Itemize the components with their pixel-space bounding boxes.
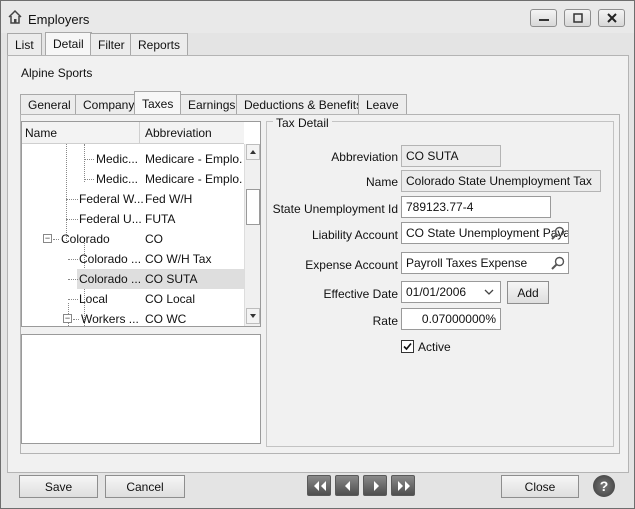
title-bar: Employers [1, 1, 634, 33]
tree-row[interactable]: Federal U... FUTA [22, 209, 244, 229]
column-header-abbreviation[interactable]: Abbreviation [141, 122, 216, 144]
liability-account-label: Liability Account [311, 228, 398, 242]
employers-window: Employers List Detail Filter Reports Alp… [0, 0, 635, 509]
maximize-button[interactable] [564, 9, 591, 27]
tab-filter[interactable]: Filter [90, 33, 133, 55]
effective-date-label: Effective Date [323, 287, 398, 301]
minimize-icon [539, 19, 549, 21]
search-icon[interactable] [550, 225, 566, 241]
tree-header: Name Abbreviation [22, 122, 244, 144]
tab-leave[interactable]: Leave [358, 94, 407, 114]
taxes-tab-content: Name Abbreviation Medic... Medicare - Em… [20, 114, 620, 454]
help-icon[interactable]: ? [593, 475, 615, 497]
tree-row-colorado[interactable]: − Colorado CO [22, 229, 244, 249]
company-name: Alpine Sports [21, 66, 93, 80]
effective-date-select[interactable]: 01/01/2006 [401, 281, 501, 303]
expense-account-label: Expense Account [305, 258, 398, 272]
first-record-button[interactable] [307, 475, 331, 496]
liability-account-input[interactable]: CO State Unemployment Paya [401, 222, 569, 244]
close-button[interactable]: Close [501, 475, 579, 498]
tab-detail[interactable]: Detail [45, 32, 92, 56]
previous-record-button[interactable] [335, 475, 359, 496]
rate-label: Rate [372, 314, 398, 328]
abbreviation-label: Abbreviation [331, 150, 398, 164]
add-date-button[interactable]: Add [507, 281, 549, 304]
tax-tree: Name Abbreviation Medic... Medicare - Em… [21, 121, 261, 327]
rate-input[interactable]: 0.07000000% [401, 308, 501, 330]
double-chevron-left-icon [314, 481, 326, 491]
name-label: Name [365, 175, 398, 189]
name-field: Colorado State Unemployment Tax [401, 170, 601, 192]
collapse-icon[interactable]: − [63, 314, 72, 323]
tab-deductions-benefits[interactable]: Deductions & Benefits [236, 94, 371, 114]
last-record-button[interactable] [391, 475, 415, 496]
close-icon [607, 13, 617, 23]
expense-account-input[interactable]: Payroll Taxes Expense [401, 252, 569, 274]
active-label: Active [418, 340, 451, 354]
tree-row-selected[interactable]: Colorado ... CO SUTA [22, 269, 244, 289]
tax-detail-group: Tax Detail Abbreviation CO SUTA Name Col… [266, 116, 614, 447]
tree-row[interactable]: Local CO Local [22, 289, 244, 309]
tab-company[interactable]: Company [75, 94, 143, 114]
tab-general[interactable]: General [20, 94, 79, 114]
window-title: Employers [28, 12, 90, 27]
tree-row[interactable]: − Workers ... CO WC [22, 309, 244, 329]
tab-taxes[interactable]: Taxes [134, 91, 182, 114]
close-window-button[interactable] [598, 9, 625, 27]
cancel-button[interactable]: Cancel [105, 475, 185, 498]
collapse-icon[interactable]: − [43, 234, 52, 243]
tree-row[interactable]: Medic... Medicare - Emplo... [22, 169, 244, 189]
check-icon [403, 342, 412, 351]
tab-list[interactable]: List [7, 33, 42, 55]
search-icon[interactable] [550, 255, 566, 271]
home-icon [8, 9, 22, 24]
chevron-down-icon [484, 289, 494, 295]
chevron-right-icon [374, 481, 379, 491]
tree-row[interactable]: Medic... Medicare - Emplo... [22, 149, 244, 169]
detail-panel: Alpine Sports General Company Taxes Earn… [7, 55, 629, 473]
state-unemployment-id-input[interactable]: 789123.77-4 [401, 196, 551, 218]
next-record-button[interactable] [363, 475, 387, 496]
tree-row[interactable]: Federal W... Fed W/H [22, 189, 244, 209]
chevron-left-icon [345, 481, 350, 491]
double-chevron-right-icon [398, 481, 410, 491]
save-button[interactable]: Save [19, 475, 98, 498]
tab-earnings[interactable]: Earnings [180, 94, 244, 114]
maximize-icon [573, 13, 583, 23]
state-unemployment-id-label: State Unemployment Id [272, 202, 398, 216]
tree-row[interactable]: Colorado ... CO W/H Tax [22, 249, 244, 269]
column-header-name[interactable]: Name [22, 122, 140, 144]
tax-detail-legend: Tax Detail [273, 116, 332, 130]
active-checkbox[interactable] [401, 340, 414, 353]
tab-reports[interactable]: Reports [130, 33, 189, 55]
abbreviation-field: CO SUTA [401, 145, 501, 167]
minimize-button[interactable] [530, 9, 557, 27]
notes-area[interactable] [21, 334, 261, 444]
